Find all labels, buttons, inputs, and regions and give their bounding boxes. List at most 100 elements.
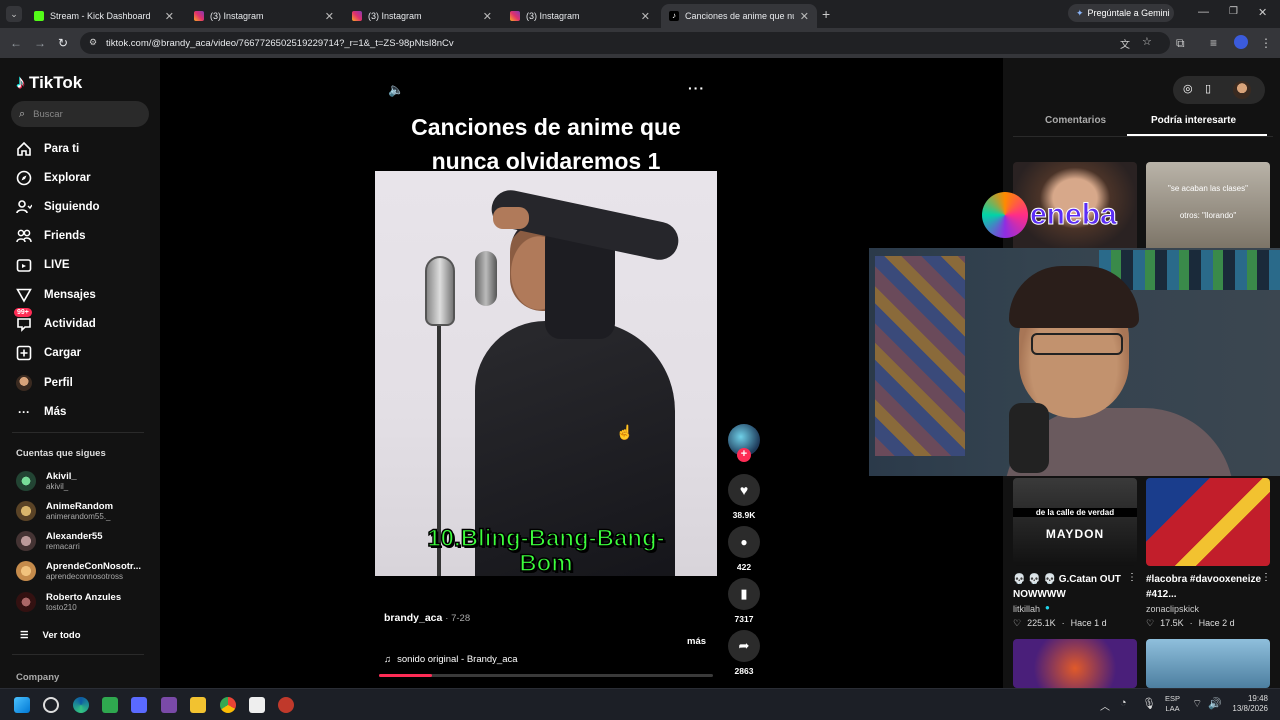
compass-icon[interactable]: ◎ [1183, 82, 1193, 95]
tab-tiktok[interactable]: ♪ Canciones de anime que nunca ✕ [661, 4, 817, 28]
restore-icon[interactable]: ❐ [1229, 6, 1238, 17]
window-close-icon[interactable]: ✕ [1258, 6, 1267, 19]
video-player[interactable]: 10.Bling-Bang-Bang- Bom [375, 171, 717, 576]
video-thumbnail[interactable]: "se acaban las clases" otros: "llorando" [1146, 162, 1270, 252]
video-author[interactable]: brandy_aca · 7-28 [384, 612, 470, 624]
company-link[interactable]: Company [16, 672, 59, 683]
list-icon: ☰ [20, 630, 29, 641]
volume-icon[interactable]: 🔈 [388, 82, 404, 98]
notepad-icon[interactable] [249, 697, 265, 713]
tab-instagram-3[interactable]: (3) Instagram ✕ [502, 4, 658, 28]
nav-live[interactable]: LIVE [16, 257, 70, 273]
nav-mas[interactable]: ··· Más [16, 404, 66, 420]
forward-icon[interactable]: → [34, 36, 46, 50]
back-icon[interactable]: ← [10, 36, 22, 50]
activity-icon: 99+ [14, 308, 32, 332]
browser-tab-bar: ⌄ Stream - Kick Dashboard ✕ (3) Instagra… [0, 0, 1280, 28]
see-all-link[interactable]: ☰ Ver todo [20, 630, 81, 641]
close-icon[interactable]: ✕ [483, 10, 492, 23]
card-more-icon[interactable]: ⋮ [1261, 572, 1271, 583]
card-user[interactable]: litkillah [1013, 604, 1040, 614]
nav-friends[interactable]: Friends [16, 228, 86, 244]
tab-comentarios[interactable]: Comentarios [1045, 115, 1106, 126]
app-icon[interactable] [278, 697, 294, 713]
card-user[interactable]: zonaclipskick [1146, 604, 1199, 614]
extensions-icon[interactable]: ⧉ [1176, 36, 1185, 51]
close-icon[interactable]: ✕ [641, 10, 650, 23]
nav-siguiendo[interactable]: Siguiendo [16, 199, 100, 215]
windows-start-icon[interactable] [14, 697, 30, 713]
tiktok-logo[interactable]: ♪ TikTok [16, 72, 82, 93]
tab-search-icon[interactable]: ⌄ [6, 6, 22, 22]
edge-icon[interactable] [73, 697, 89, 713]
heart-outline-icon: ♡ [1146, 618, 1155, 628]
search-icon[interactable] [43, 697, 59, 713]
menu-icon[interactable]: ⋮ [1260, 36, 1272, 50]
new-tab-icon[interactable]: + [822, 6, 830, 22]
nav-cargar[interactable]: Cargar [16, 345, 81, 361]
follow-plus-icon[interactable]: + [737, 448, 751, 462]
more-link[interactable]: más [687, 636, 706, 647]
reload-icon[interactable]: ↻ [58, 36, 68, 50]
site-info-icon[interactable]: ⚙ [89, 37, 97, 48]
card-title[interactable]: 💀 💀 💀 G.Catan OUT NOWWWW [1013, 572, 1131, 602]
tab-podria-interesarte[interactable]: Podría interesarte [1151, 115, 1236, 126]
account-item[interactable]: Alexander55 remacarri [16, 531, 103, 551]
chevron-up-icon[interactable]: ︿ [1100, 698, 1110, 713]
media-icon[interactable]: ≡ [1210, 36, 1217, 50]
upload-icon [16, 345, 32, 361]
wifi-icon[interactable]: ⌔ [1192, 697, 1202, 711]
address-bar[interactable]: ⚙ tiktok.com/@brandy_aca/video/766772650… [80, 32, 1170, 54]
device-icon[interactable]: ▯ [1205, 82, 1211, 95]
video-more-icon[interactable]: ··· [688, 80, 705, 96]
sound-info[interactable]: ♫ sonido original - Brandy_aca [384, 654, 518, 665]
file-explorer-icon[interactable] [190, 697, 206, 713]
bookmark-star-icon[interactable]: ☆ [1142, 35, 1152, 48]
tab-kick[interactable]: Stream - Kick Dashboard ✕ [26, 4, 182, 28]
progress-track[interactable] [379, 674, 713, 677]
close-icon[interactable]: ✕ [325, 10, 334, 23]
translate-icon[interactable]: 文 [1120, 36, 1130, 51]
user-avatar[interactable] [1233, 81, 1251, 99]
xbox-icon[interactable] [102, 697, 118, 713]
account-item[interactable]: AnimeRandom animerandom55._ [16, 501, 113, 521]
card-title[interactable]: #lacobra #davooxeneize #412... [1146, 572, 1264, 602]
microphone [475, 251, 497, 306]
search-input[interactable]: ⌕ Buscar [11, 101, 149, 127]
chrome-icon[interactable] [220, 697, 236, 713]
nav-actividad[interactable]: 99+ Actividad [14, 308, 96, 332]
card-more-icon[interactable]: ⋮ [1127, 572, 1137, 583]
tab-instagram-1[interactable]: (3) Instagram ✕ [186, 4, 342, 28]
tab-label: (3) Instagram [210, 11, 264, 21]
tab-instagram-2[interactable]: (3) Instagram ✕ [344, 4, 500, 28]
nav-mensajes[interactable]: Mensajes [16, 287, 96, 303]
divider [12, 432, 144, 433]
account-item[interactable]: AprendeConNosotr... aprendeconnosotross [16, 561, 141, 581]
video-thumbnail[interactable] [1013, 639, 1137, 688]
close-icon[interactable]: ✕ [800, 10, 809, 23]
video-thumbnail[interactable] [1146, 639, 1270, 688]
nav-para-ti[interactable]: Para ti [16, 141, 79, 157]
share-button[interactable]: ➦ [728, 630, 760, 662]
nav-explorar[interactable]: Explorar [16, 170, 91, 186]
save-button[interactable]: ▮ [728, 578, 760, 610]
language-indicator[interactable]: ESP LAA [1165, 694, 1180, 714]
nav-perfil[interactable]: Perfil [16, 375, 73, 391]
profile-avatar-icon[interactable] [1234, 35, 1248, 49]
minimize-icon[interactable]: — [1198, 6, 1209, 18]
video-thumbnail[interactable]: de la calle de verdad MAYDON [1013, 478, 1137, 566]
account-item[interactable]: Roberto Anzules tosto210 [16, 592, 121, 612]
microphone-icon[interactable]: 🎙 [1142, 697, 1156, 710]
share-icon: ➦ [738, 638, 750, 653]
speaker-icon[interactable]: 🔊 [1208, 697, 1222, 710]
gemini-button[interactable]: ✦ Pregúntale a Gemini [1068, 4, 1174, 22]
like-button[interactable]: ♥ [728, 474, 760, 506]
clock[interactable]: 19:48 13/8/2026 [1226, 694, 1268, 714]
comment-button[interactable]: ● [728, 526, 760, 558]
network-icon[interactable]: ◔ [1120, 697, 1127, 709]
close-icon[interactable]: ✕ [165, 10, 174, 23]
app-icon[interactable] [131, 697, 147, 713]
app-icon[interactable] [161, 697, 177, 713]
video-thumbnail[interactable] [1146, 478, 1270, 566]
account-item[interactable]: Akivil_ akivil_ [16, 471, 77, 491]
